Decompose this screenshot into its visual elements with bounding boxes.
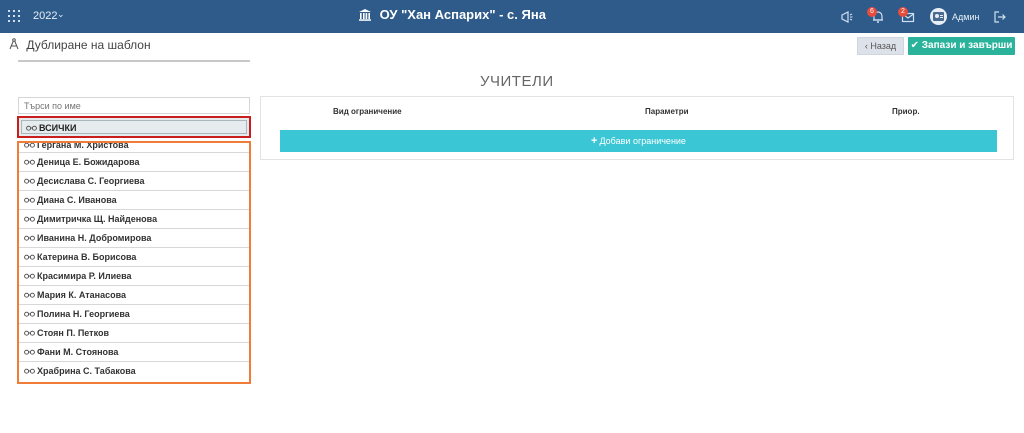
add-restriction-button[interactable]: + Добави ограничение: [280, 130, 997, 152]
teacher-list-item[interactable]: Иванина Н. Добромирова: [19, 229, 249, 248]
glasses-icon: [24, 143, 35, 148]
school-title[interactable]: ОУ "Хан Аспарих" - с. Яна: [358, 7, 546, 22]
glasses-icon: [24, 235, 35, 241]
column-header-priority: Приор.: [892, 107, 920, 116]
glasses-icon: [24, 349, 35, 355]
user-avatar[interactable]: [930, 8, 947, 25]
teacher-list-item[interactable]: Храбрина С. Табакова: [19, 362, 249, 381]
teacher-name: Диана С. Иванова: [37, 195, 117, 205]
teacher-list-item[interactable]: Гергана М. Христова: [19, 141, 249, 153]
list-item-all[interactable]: ВСИЧКИ: [17, 116, 251, 138]
glasses-icon: [24, 254, 35, 260]
apps-grid-icon[interactable]: [8, 10, 20, 22]
chevron-left-icon: ‹: [864, 41, 868, 51]
save-and-finish-button[interactable]: ✔ Запази и завърши: [908, 37, 1015, 55]
glasses-icon: [24, 311, 35, 317]
save-button-label: Запази и завърши: [921, 40, 1013, 51]
teacher-name: Храбрина С. Табакова: [37, 366, 136, 376]
teacher-name: Катерина В. Борисова: [37, 252, 137, 262]
teacher-list-item[interactable]: Красимира Р. Илиева: [19, 267, 249, 286]
teacher-list-item[interactable]: Десислава С. Георгиева: [19, 172, 249, 191]
teacher-list-item[interactable]: Стоян П. Петков: [19, 324, 249, 343]
top-navbar: 2022 ⌄ ОУ "Хан Аспарих" - с. Яна 6 2 Адм…: [0, 0, 1024, 33]
glasses-icon: [24, 159, 35, 165]
teacher-list-item[interactable]: Деница Е. Божидарова: [19, 153, 249, 172]
teacher-list-item[interactable]: Фани М. Стоянова: [19, 343, 249, 362]
glasses-icon: [24, 216, 35, 222]
school-building-icon: [359, 9, 371, 21]
user-avatar-icon: [933, 12, 944, 21]
plus-icon: +: [591, 135, 598, 147]
list-item-all-label: ВСИЧКИ: [39, 123, 77, 133]
teacher-name: Димитричка Щ. Найденова: [37, 214, 158, 224]
megaphone-icon[interactable]: [840, 10, 854, 24]
teachers-list: Гергана М. Христова Деница Е. Божидарова Д…: [17, 141, 251, 384]
school-name: ОУ "Хан Аспарих" - с. Яна: [379, 7, 546, 22]
teacher-name: Десислава С. Георгиева: [37, 176, 145, 186]
glasses-icon: [24, 197, 35, 203]
teacher-name: Стоян П. Петков: [37, 328, 110, 338]
teacher-name: Полина Н. Георгиева: [37, 309, 130, 319]
teacher-list-item[interactable]: Диана С. Иванова: [19, 191, 249, 210]
logout-icon[interactable]: [993, 10, 1007, 24]
column-header-type: Вид ограничение: [333, 107, 402, 116]
user-name[interactable]: Админ: [952, 12, 979, 22]
teacher-name: Фани М. Стоянова: [37, 347, 119, 357]
teacher-list-item[interactable]: Полина Н. Георгиева: [19, 305, 249, 324]
glasses-icon: [26, 125, 37, 131]
glasses-icon: [24, 292, 35, 298]
teacher-name: Мария К. Атанасова: [37, 290, 127, 300]
column-header-parameters: Параметри: [645, 107, 689, 116]
chevron-down-icon[interactable]: ⌄: [57, 9, 65, 20]
teacher-list-item[interactable]: Димитричка Щ. Найденова: [19, 210, 249, 229]
back-button-label: Назад: [870, 41, 897, 51]
teacher-name: Деница Е. Божидарова: [37, 157, 140, 167]
year-selector[interactable]: 2022: [33, 10, 57, 22]
teacher-list-item[interactable]: Мария К. Атанасова: [19, 286, 249, 305]
glasses-icon: [24, 330, 35, 336]
teacher-name: Красимира Р. Илиева: [37, 271, 132, 281]
notifications-badge: 6: [867, 7, 877, 17]
page-title-text: Дублиране на шаблон: [26, 38, 151, 52]
teacher-name: Гергана М. Христова: [37, 141, 129, 150]
section-title: УЧИТЕЛИ: [480, 73, 554, 90]
glasses-icon: [24, 178, 35, 184]
back-button[interactable]: ‹ Назад: [857, 37, 904, 55]
glasses-icon: [24, 273, 35, 279]
teacher-list-item[interactable]: Катерина В. Борисова: [19, 248, 249, 267]
restrictions-panel: Вид ограничение Параметри Приор. + Добави…: [260, 96, 1014, 160]
add-restriction-label: Добави ограничение: [599, 136, 686, 146]
check-icon: ✔: [910, 40, 920, 51]
messages-badge: 2: [898, 7, 908, 17]
glasses-icon: [24, 368, 35, 374]
search-input[interactable]: [18, 97, 250, 114]
title-divider: [18, 60, 250, 62]
compass-icon: [9, 38, 19, 50]
page-title: Дублиране на шаблон: [8, 38, 151, 52]
teacher-name: Иванина Н. Добромирова: [37, 233, 152, 243]
